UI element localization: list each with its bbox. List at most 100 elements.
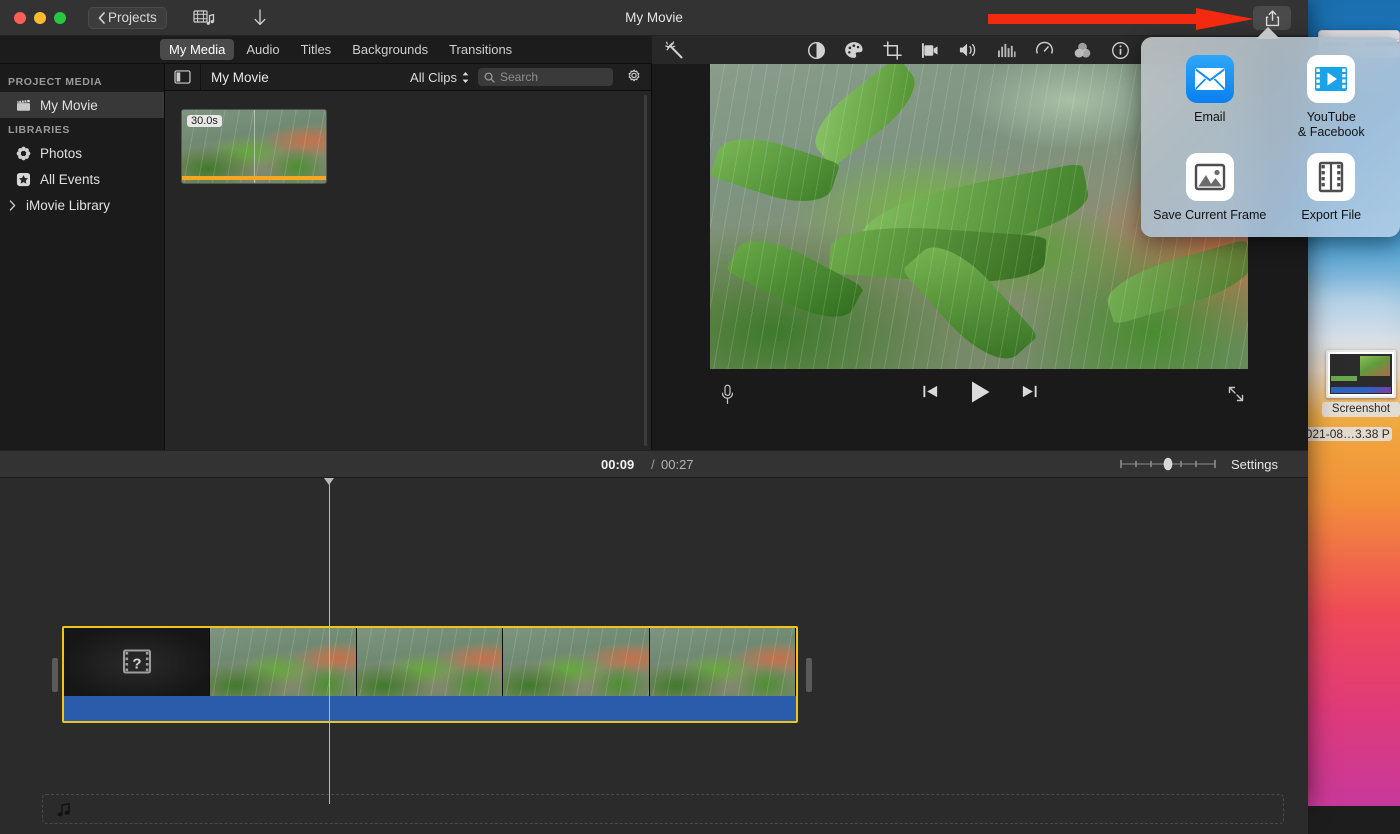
clip-audio-track[interactable] xyxy=(64,696,796,721)
star-icon xyxy=(14,172,32,187)
sidebar-toggle-icon xyxy=(174,70,191,84)
timecode-separator: / xyxy=(651,457,655,472)
clip-frame-placeholder: ? xyxy=(64,628,210,700)
close-button[interactable] xyxy=(14,12,26,24)
zoom-slider-icon xyxy=(1120,457,1216,471)
next-button[interactable] xyxy=(1021,383,1038,405)
minimize-button[interactable] xyxy=(34,12,46,24)
desktop-file-name-line1: Screenshot xyxy=(1322,402,1400,417)
magic-wand-icon xyxy=(665,41,684,60)
transport-controls xyxy=(652,380,1308,409)
volume-button[interactable] xyxy=(958,40,978,60)
disclosure-chevron-icon xyxy=(6,200,18,211)
sidebar-item-label: iMovie Library xyxy=(26,198,110,213)
timeline-zoom-slider[interactable] xyxy=(1120,457,1216,471)
enhance-button[interactable] xyxy=(660,41,688,60)
back-to-projects-button[interactable]: Projects xyxy=(88,7,167,29)
skip-next-icon xyxy=(1021,383,1038,400)
clip-used-indicator xyxy=(182,176,326,180)
maximize-button[interactable] xyxy=(54,12,66,24)
sidebar-item-all-events[interactable]: All Events xyxy=(0,166,164,192)
popover-pointer xyxy=(1256,26,1280,38)
traffic-lights[interactable] xyxy=(14,12,66,24)
youtube-facebook-icon xyxy=(1307,55,1355,103)
tab-my-media[interactable]: My Media xyxy=(160,39,234,60)
share-option-export-file[interactable]: Export File xyxy=(1271,153,1393,227)
share-icon xyxy=(1265,10,1280,27)
sidebar-item-label: My Movie xyxy=(40,98,98,113)
share-option-email[interactable]: Email xyxy=(1149,55,1271,144)
download-button[interactable] xyxy=(247,7,273,29)
sidebar: PROJECT MEDIA My Movie LIBRARIES xyxy=(0,64,165,450)
timeline-clip[interactable]: ? xyxy=(62,626,798,723)
equalizer-button[interactable] xyxy=(996,40,1016,60)
download-arrow-icon xyxy=(253,9,267,27)
music-note-icon xyxy=(57,801,71,822)
filters-button[interactable] xyxy=(1072,40,1092,60)
share-popover: Email YouTube & Facebook xyxy=(1141,37,1400,237)
timeline-playhead[interactable] xyxy=(329,478,330,804)
media-clip-thumbnail[interactable]: 30.0s xyxy=(181,109,327,184)
sidebar-item-my-movie[interactable]: My Movie xyxy=(0,92,164,118)
share-option-save-current-frame[interactable]: Save Current Frame xyxy=(1149,153,1271,227)
clip-duration-badge: 30.0s xyxy=(187,115,222,127)
crop-icon xyxy=(883,41,902,60)
stabilization-button[interactable] xyxy=(920,40,940,60)
timeline-settings-button[interactable]: Settings xyxy=(1231,457,1278,472)
clip-filmstrip: ? xyxy=(64,628,796,700)
tab-titles[interactable]: Titles xyxy=(292,39,341,60)
clip-filter-dropdown[interactable]: All Clips xyxy=(410,70,470,85)
share-option-youtube-facebook[interactable]: YouTube & Facebook xyxy=(1271,55,1393,144)
unknown-media-icon: ? xyxy=(122,647,152,682)
color-correction-button[interactable] xyxy=(844,40,864,60)
imovie-window: Projects My Movie xyxy=(0,0,1308,806)
clip-frame xyxy=(650,628,796,700)
speed-button[interactable] xyxy=(1034,40,1054,60)
import-media-button[interactable] xyxy=(191,7,217,29)
browser-tabbar: My Media Audio Titles Backgrounds Transi… xyxy=(0,36,1308,64)
desktop-file-icon[interactable]: Screenshot xyxy=(1322,350,1400,417)
info-button[interactable] xyxy=(1110,40,1130,60)
fullscreen-button[interactable] xyxy=(1224,385,1248,403)
previous-button[interactable] xyxy=(922,383,939,405)
export-file-icon xyxy=(1307,153,1355,201)
sidebar-item-imovie-library[interactable]: iMovie Library xyxy=(0,192,164,218)
gear-icon xyxy=(626,69,642,85)
stabilization-icon xyxy=(920,42,940,59)
crop-button[interactable] xyxy=(882,40,902,60)
desktop-file-name-line2: 2021-08…3.38 P xyxy=(1297,427,1392,441)
play-icon xyxy=(969,380,991,404)
skip-previous-icon xyxy=(922,383,939,400)
share-option-label-line2: & Facebook xyxy=(1298,125,1365,139)
tab-backgrounds[interactable]: Backgrounds xyxy=(343,39,437,60)
sidebar-toggle-button[interactable] xyxy=(165,64,201,91)
clip-frame xyxy=(357,628,503,700)
play-button[interactable] xyxy=(969,380,991,409)
media-browser-title: My Movie xyxy=(211,70,410,85)
browser-scrollbar[interactable] xyxy=(644,95,647,446)
info-icon xyxy=(1111,41,1130,60)
music-dropzone[interactable] xyxy=(42,794,1284,824)
tab-transitions[interactable]: Transitions xyxy=(440,39,521,60)
tab-audio[interactable]: Audio xyxy=(237,39,288,60)
color-balance-button[interactable] xyxy=(806,40,826,60)
sidebar-item-photos[interactable]: Photos xyxy=(0,140,164,166)
film-music-icon xyxy=(193,9,215,26)
media-browser-body: 30.0s xyxy=(165,91,651,450)
search-input[interactable]: Search xyxy=(478,68,613,86)
back-button-label: Projects xyxy=(108,10,157,25)
clip-trim-handle-left[interactable] xyxy=(52,658,58,692)
clip-trim-handle-right[interactable] xyxy=(806,658,812,692)
timeline[interactable]: ? xyxy=(0,478,1308,834)
window-titlebar: Projects My Movie xyxy=(0,0,1308,36)
clapperboard-icon xyxy=(14,99,32,112)
chevron-left-icon xyxy=(98,12,105,24)
sidebar-item-label: Photos xyxy=(40,146,82,161)
share-option-label: Export File xyxy=(1301,208,1361,223)
playback-controls xyxy=(652,374,1308,414)
browser-settings-button[interactable] xyxy=(621,69,647,85)
sidebar-section-libraries: LIBRARIES xyxy=(0,118,164,140)
volume-icon xyxy=(958,41,978,59)
current-timecode: 00:09 xyxy=(601,457,634,472)
share-option-label: YouTube & Facebook xyxy=(1298,110,1365,140)
